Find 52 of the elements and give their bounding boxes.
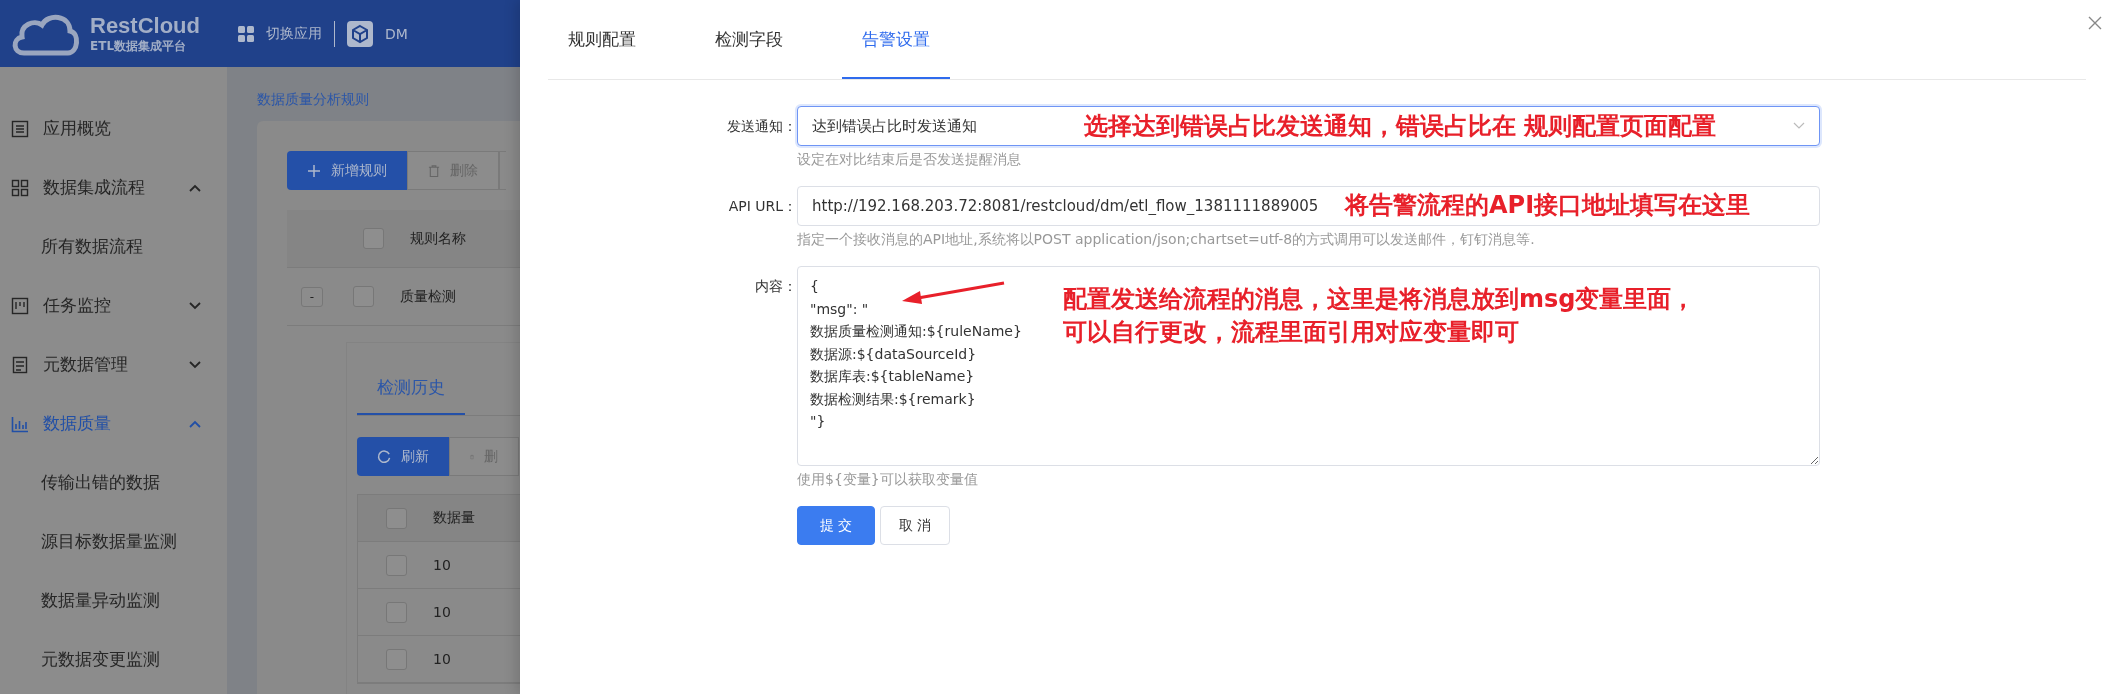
annotation-text: 配置发送给流程的消息，这里是将消息放到msg变量里面，	[1063, 284, 1696, 315]
sidebar-subitem[interactable]: 元数据变更监测	[0, 630, 227, 689]
menu-item-icon	[11, 296, 29, 315]
submit-button[interactable]: 提 交	[797, 506, 875, 545]
sidebar-item[interactable]: 应用概览	[0, 99, 227, 158]
sidebar-item[interactable]: 元数据管理	[0, 335, 227, 394]
annotation-text: 可以自行更改，流程里面引用对应变量即可	[1063, 317, 1520, 348]
grid-icon	[238, 25, 254, 42]
trash-icon	[428, 163, 440, 178]
field-hint: 指定一个接收消息的API地址,系统将以POST application/json;chartset=utf-8的方式调用可以发送邮件，钉钉消息等.	[797, 230, 1536, 249]
tab[interactable]: 检测字段	[695, 2, 803, 79]
table-cell: 10	[433, 651, 451, 667]
sidebar-item[interactable]: 数据质量	[0, 394, 227, 453]
cube-icon	[347, 20, 373, 47]
field-hint: 设定在对比结束后是否发送提醒消息	[797, 150, 1022, 169]
logo-title: RestCloud	[90, 13, 200, 38]
collapse-button[interactable]: -	[301, 286, 323, 307]
selected-value: 达到错误占比时发送通知	[812, 116, 978, 136]
switch-app-button[interactable]: 切换应用	[238, 24, 322, 43]
tab[interactable]: 规则配置	[548, 2, 656, 79]
tab[interactable]: 告警设置	[842, 2, 950, 79]
menu-item-icon	[11, 119, 29, 138]
add-button[interactable]: 新增规则	[287, 151, 407, 190]
field-label: 内容：	[754, 277, 797, 296]
field-label: API URL：	[727, 197, 797, 216]
menu-item-icon	[11, 178, 29, 197]
sidebar-subitem[interactable]: 数据量异动监测	[0, 571, 227, 630]
table-cell: 10	[433, 604, 451, 620]
table-cell: 10	[433, 557, 451, 573]
sidebar-item[interactable]: 数据集成流程	[0, 158, 227, 217]
close-icon[interactable]	[2088, 16, 2102, 30]
sidebar-subitem[interactable]: 源目标数据量监测	[0, 512, 227, 571]
refresh-icon	[377, 449, 391, 464]
field-label: 发送通知：	[726, 117, 797, 136]
field-hint: 使用${变量}可以获取变量值	[797, 470, 979, 489]
sidebar-subitem[interactable]: 所有数据流程	[0, 217, 227, 276]
sidebar-subitem[interactable]: 传输出错的数据	[0, 453, 227, 512]
menu-item-icon	[11, 414, 29, 433]
app-button[interactable]: DM	[347, 20, 408, 47]
column-header: 数据量	[433, 509, 475, 527]
chevron-down-icon	[1793, 122, 1805, 130]
plus-icon	[307, 163, 321, 178]
table-cell: 质量检测	[400, 287, 456, 306]
sidebar-item[interactable]: 任务监控	[0, 276, 227, 335]
logo-subtitle: ETL数据集成平台	[90, 37, 188, 54]
select-field[interactable]: 达到错误占比时发送通知 选择达到错误占比发送通知，错误占比在 规则配置页面配置	[797, 106, 1820, 146]
refresh-button[interactable]: 刷新	[357, 437, 449, 476]
cancel-button[interactable]: 取 消	[880, 506, 950, 545]
column-header: 规则名称	[410, 229, 466, 248]
menu-item-icon	[11, 355, 29, 374]
annotation-text: 将告警流程的API接口地址填写在这里	[1345, 190, 1751, 221]
annotation-text: 选择达到错误占比发送通知，错误占比在 规则配置页面配置	[1084, 110, 1717, 142]
